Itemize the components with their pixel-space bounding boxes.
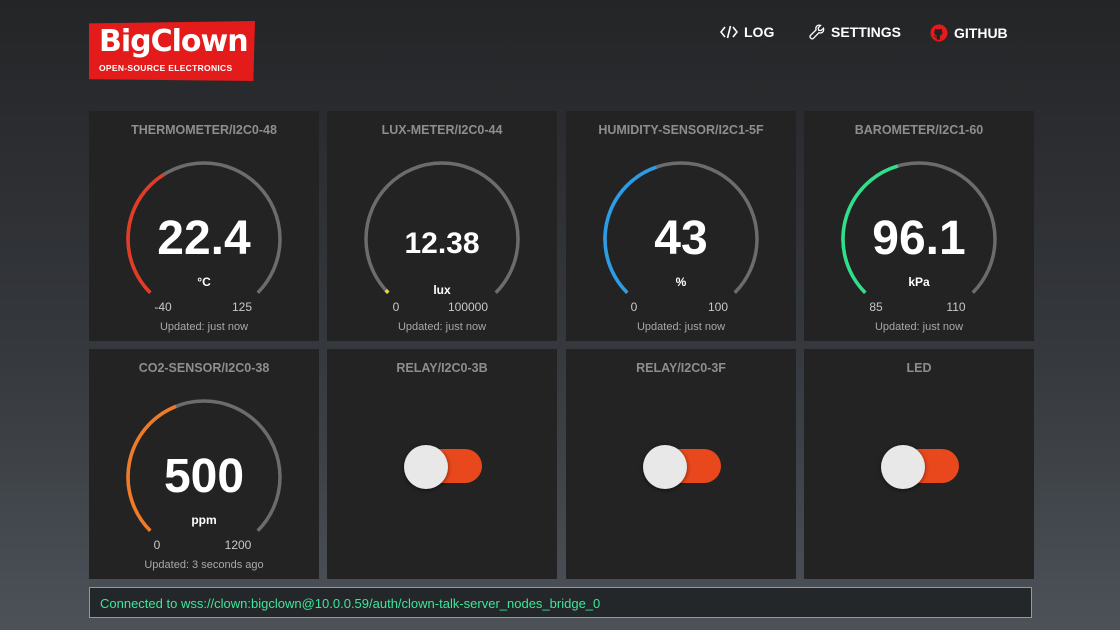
nav-settings-label: SETTINGS (831, 24, 902, 40)
relay-3f-card: RELAY/I2C0-3F (566, 349, 796, 579)
updated-text: Updated: 3 seconds ago (144, 559, 264, 571)
gauge-unit: % (675, 275, 687, 289)
updated-text: Updated: just now (159, 321, 249, 333)
gauge-value: 43 (654, 212, 708, 265)
gauge-max: 100000 (447, 300, 489, 314)
relay-3b-toggle[interactable] (404, 445, 482, 489)
lux-meter-card: LUX-METER/I2C0-44 12.38 lux 0 100000 Upd… (327, 111, 557, 341)
nav-settings-link[interactable]: SETTINGS (809, 24, 901, 40)
gauge-max: 100 (707, 300, 729, 314)
nav-log-label: LOG (744, 24, 775, 40)
logo-name: BigClown (99, 24, 249, 59)
humidity-sensor-card: HUMIDITY-SENSOR/I2C1-5F 43 % 0 100 Updat… (566, 111, 796, 341)
thermometer-card: THERMOMETER/I2C0-48 22.4 °C -40 125 Upda… (89, 111, 319, 341)
gauge-value: 22.4 (157, 212, 251, 265)
led-toggle[interactable] (881, 445, 959, 489)
connection-status-text: Connected to wss://clown:bigclown@10.0.0… (100, 596, 601, 611)
card-title: RELAY/I2C0-3F (636, 361, 726, 375)
updated-text: Updated: just now (874, 321, 964, 333)
relay-3f-toggle[interactable] (643, 445, 721, 489)
gauge-unit: lux (433, 283, 451, 297)
gauge-min: 0 (392, 300, 400, 314)
gauge-value: 96.1 (872, 212, 966, 265)
connection-status-bar: Connected to wss://clown:bigclown@10.0.0… (89, 587, 1032, 618)
bigclown-logo[interactable]: BigClown OPEN-SOURCE ELECTRONICS (89, 21, 255, 81)
gauge-max: 125 (231, 300, 253, 314)
gauge-min: 0 (153, 538, 161, 552)
gauge-unit: kPa (908, 275, 930, 289)
code-icon (720, 25, 738, 39)
wrench-icon (809, 24, 825, 40)
card-title: LED (906, 361, 932, 375)
updated-text: Updated: just now (397, 321, 487, 333)
gauge-min: -40 (154, 300, 172, 314)
github-icon (930, 24, 948, 42)
logo-tagline: OPEN-SOURCE ELECTRONICS (99, 63, 233, 73)
nav-log-link[interactable]: LOG (720, 24, 774, 40)
led-card: LED (804, 349, 1034, 579)
toggle-knob[interactable] (881, 445, 925, 489)
updated-text: Updated: just now (636, 321, 726, 333)
relay-3b-card: RELAY/I2C0-3B (327, 349, 557, 579)
barometer-card: BAROMETER/I2C1-60 96.1 kPa 85 110 Update… (804, 111, 1034, 341)
toggle-knob[interactable] (643, 445, 687, 489)
gauge-max: 110 (946, 300, 966, 314)
gauge-max: 1200 (224, 538, 252, 552)
gauge-value: 12.38 (404, 227, 480, 260)
gauge-min: 85 (869, 300, 883, 314)
gauge-unit: °C (197, 275, 211, 289)
nav-github-link[interactable]: GITHUB (930, 24, 1008, 42)
gauge-value: 500 (163, 450, 245, 503)
co2-sensor-card: CO2-SENSOR/I2C0-38 500 ppm 0 1200 Update… (89, 349, 319, 579)
card-title: RELAY/I2C0-3B (396, 361, 488, 375)
nav-github-label: GITHUB (954, 25, 1008, 41)
toggle-knob[interactable] (404, 445, 448, 489)
gauge-min: 0 (630, 300, 638, 314)
gauge-unit: ppm (191, 513, 217, 527)
